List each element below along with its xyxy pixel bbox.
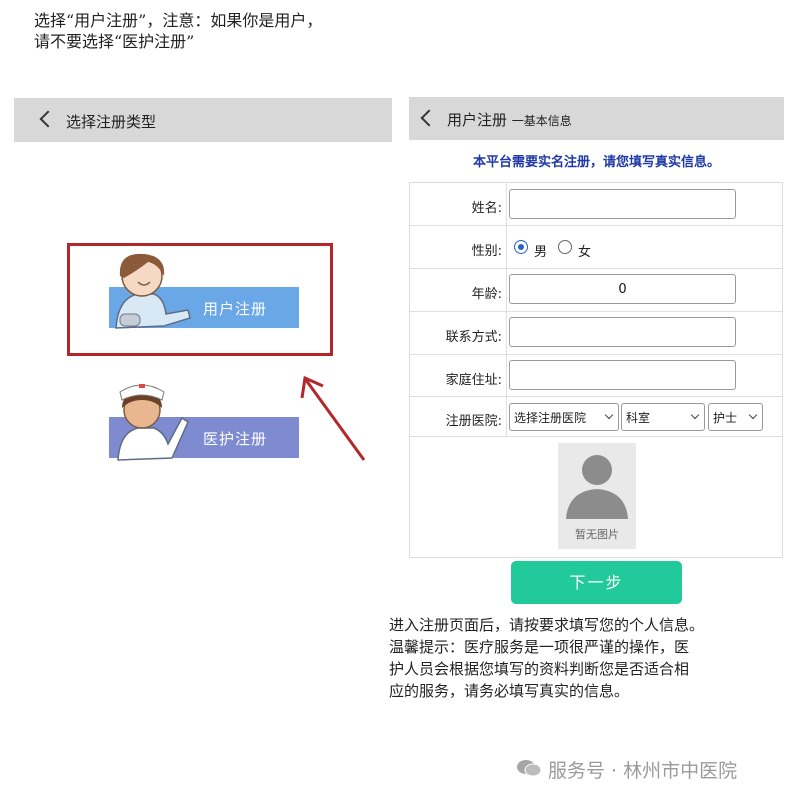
person-silhouette-icon: [566, 455, 628, 519]
chevron-down-icon: [604, 410, 614, 420]
photo-caption: 暂无图片: [575, 528, 619, 541]
hospital-label: 注册医院:: [410, 397, 507, 436]
gender-female-label: 女: [578, 245, 592, 260]
contact-input[interactable]: [509, 317, 736, 347]
realname-notice: 本平台需要实名注册，请您填写真实信息。: [472, 155, 720, 170]
contact-label: 联系方式:: [410, 312, 507, 354]
gender-row: 性别: 男 女: [410, 226, 782, 269]
department-select-value: 科室: [626, 411, 651, 425]
pointer-arrow-icon: [300, 375, 366, 461]
name-row: 姓名:: [410, 183, 782, 226]
header-title: 用户注册: [447, 111, 508, 129]
hospital-select-value: 选择注册医院: [514, 411, 587, 425]
department-select[interactable]: 科室: [621, 403, 705, 431]
bottom-note-line-4: 应的服务，请务必填写真实的信息。: [389, 682, 630, 700]
header-subtitle: 一基本信息: [511, 114, 572, 128]
nurse-avatar-icon: [117, 384, 189, 461]
gender-female-radio[interactable]: [558, 240, 572, 254]
intro-note: 选择“用户注册”，注意：如果你是用户， 请不要选择“医护注册”: [34, 10, 322, 52]
role-select-value: 护士: [713, 411, 738, 425]
name-label: 姓名:: [410, 183, 507, 225]
address-input[interactable]: [509, 360, 736, 390]
register-type-header: 选择注册类型: [14, 98, 392, 142]
bottom-note-line-1: 进入注册页面后，请按要求填写您的个人信息。: [389, 616, 705, 634]
next-step-button[interactable]: 下一步: [511, 561, 682, 604]
register-type-title: 选择注册类型: [66, 113, 157, 131]
age-label: 年龄:: [410, 269, 507, 311]
bottom-note-line-2: 温馨提示：医疗服务是一项很严谨的操作，医: [389, 638, 690, 656]
gender-male-label: 男: [534, 245, 548, 260]
medical-register-label: 医护注册: [203, 430, 268, 448]
photo-placeholder[interactable]: 暂无图片: [558, 443, 636, 549]
address-row: 家庭住址:: [410, 355, 782, 397]
back-arrow-icon[interactable]: [39, 110, 57, 128]
user-register-label: 用户注册: [203, 300, 268, 318]
hospital-select[interactable]: 选择注册医院: [509, 403, 619, 431]
back-arrow-icon[interactable]: [420, 109, 438, 127]
name-input[interactable]: [509, 189, 736, 219]
age-input[interactable]: 0: [509, 274, 736, 304]
user-register-title: 用户注册 一基本信息: [447, 109, 572, 130]
role-select[interactable]: 护士: [708, 403, 763, 431]
gender-label: 性别:: [410, 226, 507, 268]
age-row: 年龄: 0: [410, 269, 782, 312]
address-label: 家庭住址:: [410, 355, 507, 396]
bottom-note: 进入注册页面后，请按要求填写您的个人信息。 温馨提示：医疗服务是一项很严谨的操作…: [389, 614, 799, 702]
contact-row: 联系方式:: [410, 312, 782, 355]
watermark-text: 服务号 · 林州市中医院: [548, 760, 738, 782]
intro-line-2: 请不要选择“医护注册”: [34, 32, 195, 51]
chevron-down-icon: [748, 410, 758, 420]
chevron-down-icon: [690, 410, 700, 420]
wechat-icon: [517, 760, 542, 777]
hospital-row: 注册医院: 选择注册医院 科室 护士: [410, 397, 782, 437]
gender-male-radio[interactable]: [514, 240, 528, 254]
intro-line-1: 选择“用户注册”，注意：如果你是用户，: [34, 11, 323, 30]
user-avatar-icon: [115, 253, 191, 329]
bottom-note-line-3: 护人员会根据您填写的资料判断您是否适合相: [389, 660, 690, 678]
user-register-header: 用户注册 一基本信息: [409, 97, 784, 140]
